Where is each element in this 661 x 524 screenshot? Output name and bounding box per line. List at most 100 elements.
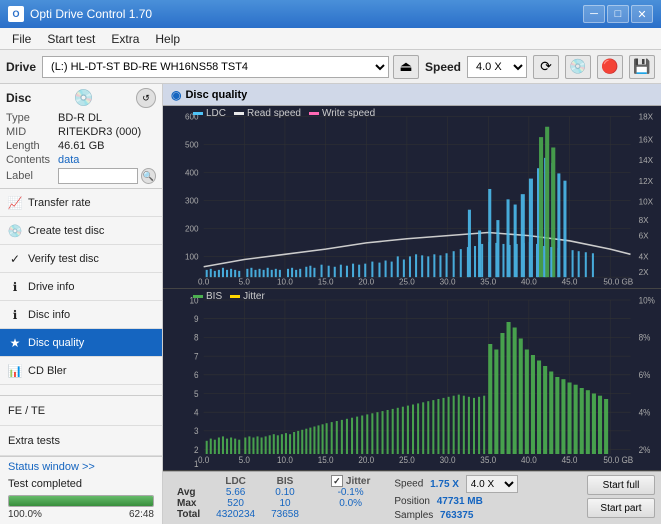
toolbar-btn-4[interactable]: 💾 [629, 55, 655, 79]
svg-text:40.0: 40.0 [521, 454, 537, 464]
drive-select[interactable]: (L:) HL-DT-ST BD-RE WH16NS58 TST4 [42, 56, 389, 78]
nav-disc-quality[interactable]: ★ Disc quality [0, 329, 162, 357]
disc-type-row: Type BD-R DL [6, 112, 156, 124]
svg-text:8%: 8% [639, 332, 651, 342]
svg-text:2X: 2X [639, 268, 649, 277]
toolbar: Drive (L:) HL-DT-ST BD-RE WH16NS58 TST4 … [0, 50, 661, 84]
avg-ldc: 5.66 [208, 487, 263, 498]
disc-mid-val: RITEKDR3 (000) [58, 126, 141, 138]
svg-text:15.0: 15.0 [318, 277, 334, 286]
speed-position-info: Speed 1.75 X 4.0 X Position 47731 MB Sam… [394, 475, 517, 521]
maximize-button[interactable]: □ [607, 5, 629, 23]
menu-help[interactable]: Help [147, 30, 188, 48]
bottom-chart-svg: 10 9 8 7 6 5 4 3 2 1 10% 8% 6% 4% 2% [163, 289, 661, 471]
svg-text:4: 4 [194, 407, 199, 417]
legend-jitter: Jitter [230, 291, 265, 302]
svg-text:2%: 2% [639, 444, 651, 454]
menu-file[interactable]: File [4, 30, 39, 48]
disc-type-val: BD-R DL [58, 112, 102, 124]
disc-contents-val: data [58, 154, 79, 166]
nav-verify-test-disc-label: Verify test disc [28, 253, 99, 265]
col-ldc: LDC [208, 475, 263, 487]
jitter-checkbox[interactable]: ✓ [331, 475, 343, 487]
nav-verify-test-disc[interactable]: ✓ Verify test disc [0, 245, 162, 273]
svg-text:45.0: 45.0 [562, 454, 578, 464]
toolbar-btn-1[interactable]: ⟳ [533, 55, 559, 79]
start-buttons: Start full Start part [587, 475, 655, 518]
nav-drive-info[interactable]: ℹ Drive info [0, 273, 162, 301]
top-chart-legend: LDC Read speed Write speed [193, 108, 375, 119]
jitter-checkbox-row: ✓ Jitter [331, 475, 370, 487]
stats-table: LDC BIS ✓ Jitter Avg 5.66 0.10 -0. [169, 475, 378, 520]
verify-test-disc-icon: ✓ [8, 252, 22, 266]
disc-label-row: Label 🔍 [6, 168, 156, 184]
cd-bler-icon: 📊 [8, 364, 22, 378]
minimize-button[interactable]: ─ [583, 5, 605, 23]
col-bis: BIS [263, 475, 307, 487]
speed-dropdown[interactable]: 4.0 X [466, 475, 518, 493]
svg-text:12X: 12X [639, 177, 654, 186]
status-window-link[interactable]: Status window >> [8, 461, 95, 473]
avg-bis: 0.10 [263, 487, 307, 498]
nav-fe-te-label: FE / TE [8, 405, 45, 417]
svg-text:35.0: 35.0 [480, 277, 496, 286]
toolbar-btn-2[interactable]: 💿 [565, 55, 591, 79]
close-button[interactable]: ✕ [631, 5, 653, 23]
toolbar-btn-3[interactable]: 🔴 [597, 55, 623, 79]
svg-text:10.0: 10.0 [277, 277, 293, 286]
svg-text:8X: 8X [639, 216, 649, 225]
svg-text:35.0: 35.0 [480, 454, 496, 464]
disc-icon: 💿 [74, 88, 94, 108]
svg-text:30.0: 30.0 [440, 277, 456, 286]
total-bis: 73658 [263, 509, 307, 520]
status-bottom: Status window >> Test completed 100.0% 6… [0, 456, 162, 524]
chart-panel-header: ◉ Disc quality [163, 84, 661, 106]
legend-write: Write speed [309, 108, 375, 119]
nav-create-test-disc[interactable]: 💿 Create test disc [0, 217, 162, 245]
speed-current-val: 1.75 X [430, 479, 459, 490]
nav-cd-bler[interactable]: 📊 CD Bler [0, 357, 162, 385]
menu-start-test[interactable]: Start test [39, 30, 103, 48]
svg-text:3: 3 [194, 425, 199, 435]
svg-text:20.0: 20.0 [358, 454, 374, 464]
status-completed-text: Test completed [8, 478, 82, 490]
svg-text:25.0: 25.0 [399, 454, 415, 464]
svg-text:6X: 6X [639, 232, 649, 241]
svg-text:0.0: 0.0 [198, 454, 210, 464]
disc-label-input[interactable] [58, 168, 138, 184]
nav-extra-tests[interactable]: Extra tests [0, 426, 162, 456]
speed-select[interactable]: 4.0 X [467, 56, 527, 78]
disc-fields: Type BD-R DL MID RITEKDR3 (000) Length 4… [6, 112, 156, 184]
disc-panel: Disc 💿 ↺ Type BD-R DL MID RITEKDR3 (000)… [0, 84, 162, 189]
svg-text:5: 5 [194, 388, 199, 398]
nav-disc-info[interactable]: ℹ Disc info [0, 301, 162, 329]
disc-mid-row: MID RITEKDR3 (000) [6, 126, 156, 138]
create-test-disc-icon: 💿 [8, 224, 22, 238]
disc-label-search-btn[interactable]: 🔍 [141, 168, 156, 184]
svg-text:15.0: 15.0 [318, 454, 334, 464]
max-label: Max [169, 498, 208, 509]
max-bis: 10 [263, 498, 307, 509]
svg-text:0.0: 0.0 [198, 277, 210, 286]
eject-button[interactable]: ⏏ [393, 55, 419, 79]
svg-text:45.0: 45.0 [562, 277, 578, 286]
title-bar-text: Opti Drive Control 1.70 [30, 7, 152, 21]
start-part-button[interactable]: Start part [587, 498, 655, 518]
disc-panel-refresh[interactable]: ↺ [136, 88, 156, 108]
svg-text:200: 200 [185, 224, 199, 233]
samples-info-row: Samples 763375 [394, 510, 517, 521]
disc-quality-icon: ★ [8, 336, 22, 350]
svg-text:14X: 14X [639, 156, 654, 165]
progress-bar-container [8, 495, 154, 507]
start-full-button[interactable]: Start full [587, 475, 655, 495]
nav-items: 📈 Transfer rate 💿 Create test disc ✓ Ver… [0, 189, 162, 395]
svg-text:100: 100 [185, 252, 199, 261]
progress-percent: 100.0% [8, 509, 42, 520]
max-ldc: 520 [208, 498, 263, 509]
svg-text:50.0 GB: 50.0 GB [603, 277, 633, 286]
nav-transfer-rate[interactable]: 📈 Transfer rate [0, 189, 162, 217]
nav-fe-te[interactable]: FE / TE [0, 396, 162, 426]
svg-text:10%: 10% [639, 294, 656, 304]
menu-extra[interactable]: Extra [103, 30, 147, 48]
speed-info-row: Speed 1.75 X 4.0 X [394, 475, 517, 493]
